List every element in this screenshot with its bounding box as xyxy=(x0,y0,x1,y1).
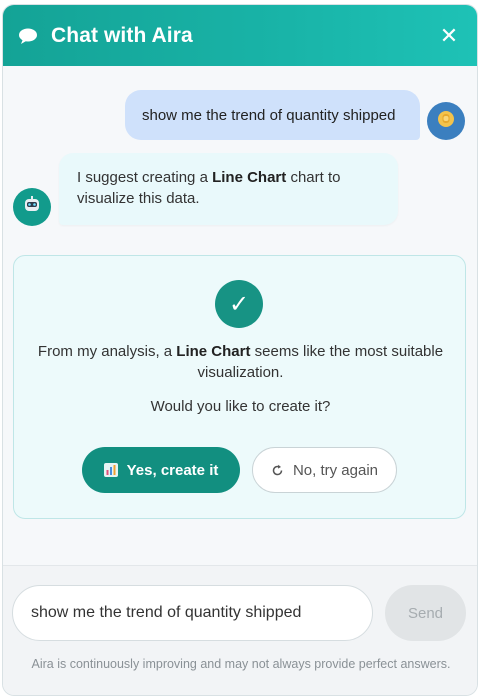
suggestion-text: From my analysis, a Line Chart seems lik… xyxy=(34,341,447,383)
composer: show me the trend of quantity shipped Se… xyxy=(3,565,477,695)
close-button[interactable]: ✕ xyxy=(437,23,461,49)
user-message: show me the trend of quantity shipped xyxy=(125,90,420,140)
user-avatar xyxy=(427,102,465,140)
suggestion-text-prefix: From my analysis, a xyxy=(37,343,177,360)
user-avatar-icon xyxy=(436,109,456,134)
yes-create-button[interactable]: Yes, create it xyxy=(82,447,240,493)
bot-message-prefix: I suggest creating a xyxy=(77,169,213,186)
bar-chart-icon xyxy=(103,463,118,477)
yes-create-label: Yes, create it xyxy=(126,461,219,479)
robot-icon xyxy=(21,194,43,221)
chat-title: Chat with Aira xyxy=(51,23,193,47)
retry-icon xyxy=(271,464,284,477)
bot-message-chart-type: Line Chart xyxy=(212,169,287,186)
checkmark-icon: ✓ xyxy=(215,280,263,328)
message-input-value: show me the trend of quantity shipped xyxy=(31,604,302,621)
suggestion-card: ✓ From my analysis, a Line Chart seems l… xyxy=(13,255,466,519)
message-list[interactable]: show me the trend of quantity shipped I … xyxy=(3,66,477,565)
chat-window: Chat with Aira ✕ show me the trend of qu… xyxy=(2,4,478,696)
message-input[interactable]: show me the trend of quantity shipped xyxy=(12,585,373,641)
suggestion-chart-type: Line Chart xyxy=(176,343,251,360)
bot-avatar xyxy=(13,188,51,226)
disclaimer-text: Aira is continuously improving and may n… xyxy=(31,657,451,671)
chat-header: Chat with Aira ✕ xyxy=(3,5,477,66)
bot-message: I suggest creating a Line Chart chart to… xyxy=(59,153,398,225)
suggestion-question: Would you like to create it? xyxy=(150,398,331,415)
close-icon: ✕ xyxy=(439,22,459,48)
user-message-text: show me the trend of quantity shipped xyxy=(142,106,396,124)
send-button[interactable]: Send xyxy=(385,585,466,641)
chat-bubble-icon xyxy=(17,25,39,47)
send-button-label: Send xyxy=(407,604,444,622)
no-try-again-button[interactable]: No, try again xyxy=(252,447,397,493)
no-try-again-label: No, try again xyxy=(292,461,379,479)
